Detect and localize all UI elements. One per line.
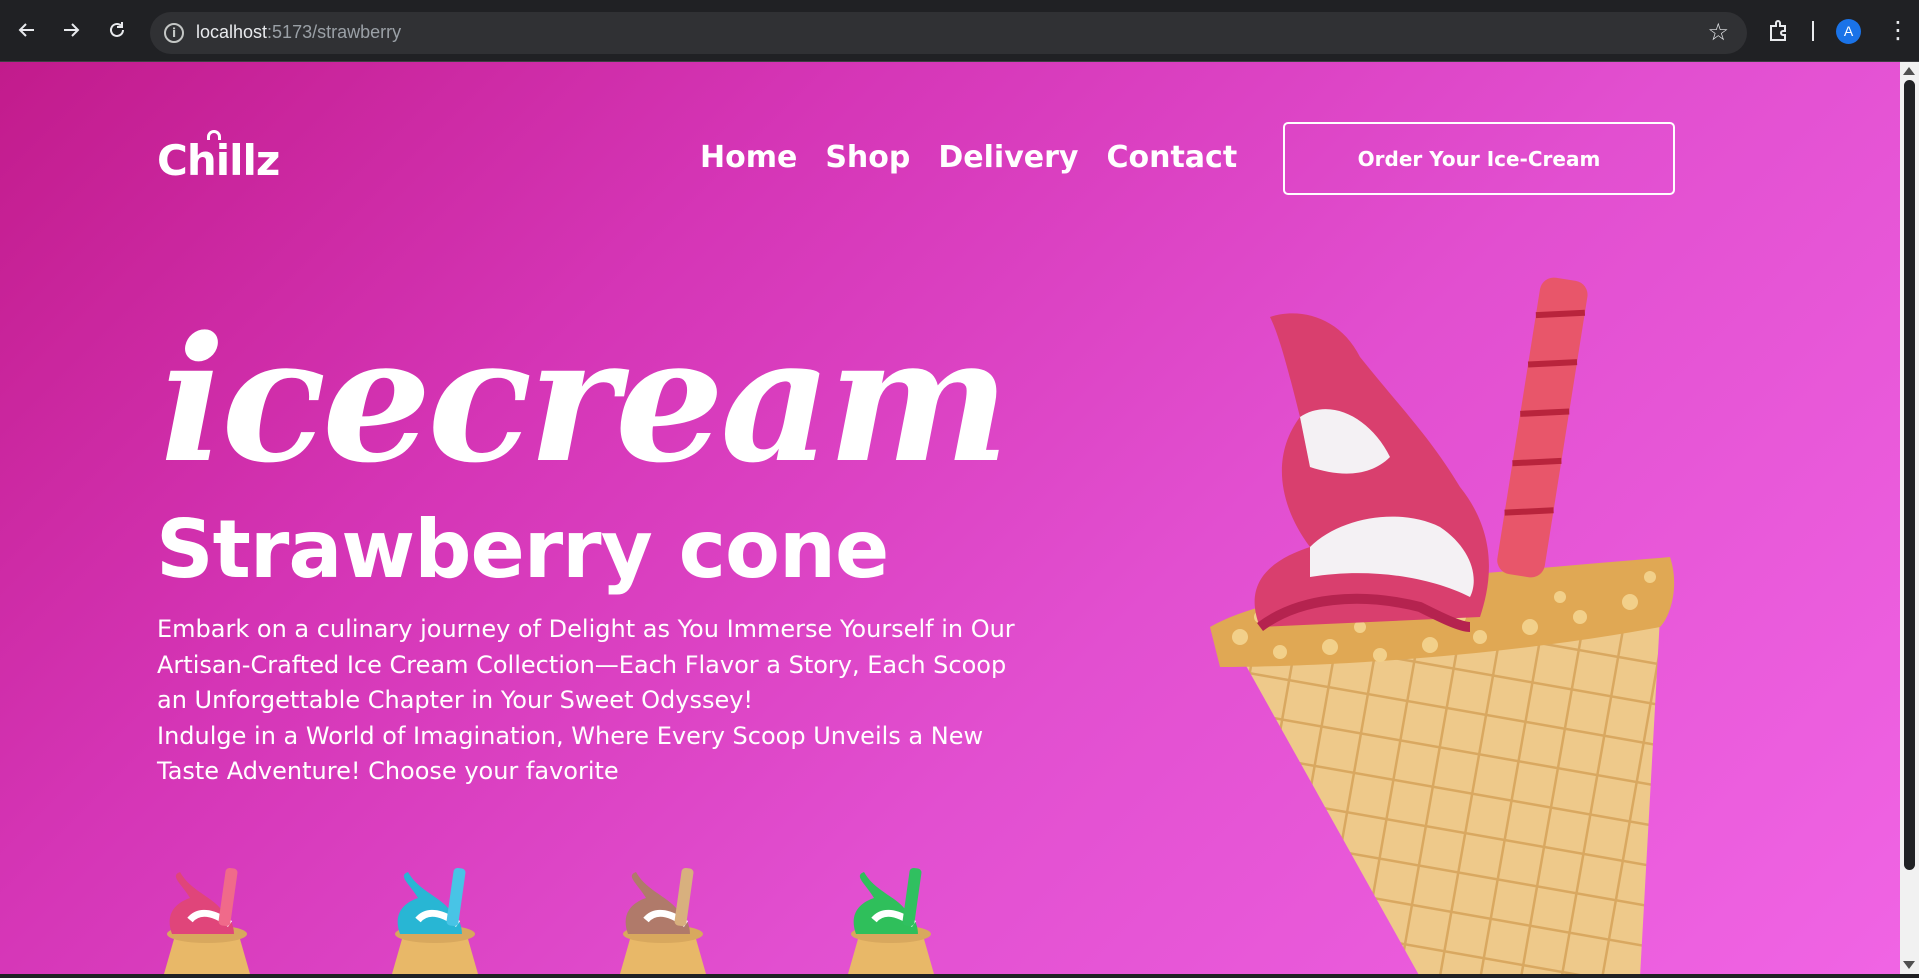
extensions-icon[interactable]	[1766, 18, 1792, 44]
nav-home[interactable]: Home	[700, 140, 797, 175]
hero-description: Embark on a culinary journey of Delight …	[157, 612, 1027, 790]
browser-toolbar: i localhost:5173/strawberry ☆ A ⋮	[0, 0, 1919, 62]
flavor-selector	[150, 862, 939, 974]
nav-contact[interactable]: Contact	[1106, 140, 1237, 175]
page-scrollbar[interactable]	[1900, 62, 1919, 974]
page-title: Strawberry cone	[156, 503, 889, 596]
flavor-thumb-strawberry[interactable]	[150, 862, 255, 974]
description-paragraph-1: Embark on a culinary journey of Delight …	[157, 615, 1015, 714]
nav-shop[interactable]: Shop	[825, 140, 910, 175]
page-viewport: Chillz Home Shop Delivery Contact Order …	[0, 62, 1900, 974]
url-text[interactable]: localhost:5173/strawberry	[196, 22, 401, 43]
toolbar-divider	[1812, 21, 1814, 41]
scroll-down-arrow-icon[interactable]	[1903, 961, 1915, 969]
nav-delivery[interactable]: Delivery	[938, 140, 1078, 175]
order-icecream-button[interactable]: Order Your Ice-Cream	[1283, 122, 1675, 195]
logo-crown-icon	[207, 130, 221, 140]
reload-icon[interactable]	[102, 15, 132, 45]
more-menu-icon[interactable]: ⋮	[1886, 16, 1910, 44]
site-info-icon[interactable]: i	[164, 23, 184, 43]
flavor-thumb-chocolate[interactable]	[606, 862, 711, 974]
window-bottom-edge	[0, 974, 1919, 978]
flavor-thumb-mint[interactable]	[834, 862, 939, 974]
description-paragraph-2: Indulge in a World of Imagination, Where…	[157, 721, 984, 786]
scrollbar-thumb[interactable]	[1904, 80, 1915, 870]
forward-arrow-icon[interactable]	[56, 15, 86, 45]
bookmark-star-icon[interactable]: ☆	[1707, 18, 1729, 46]
flavor-thumb-blue[interactable]	[378, 862, 483, 974]
main-nav: Home Shop Delivery Contact	[700, 140, 1237, 175]
script-title: icecream	[160, 298, 1010, 501]
profile-avatar[interactable]: A	[1836, 19, 1861, 44]
address-bar[interactable]: i localhost:5173/strawberry ☆	[150, 12, 1747, 54]
scroll-up-arrow-icon[interactable]	[1903, 67, 1915, 75]
back-arrow-icon[interactable]	[12, 15, 42, 45]
hero-icecream-image	[1200, 257, 1700, 974]
site-logo[interactable]: Chillz	[157, 130, 280, 185]
